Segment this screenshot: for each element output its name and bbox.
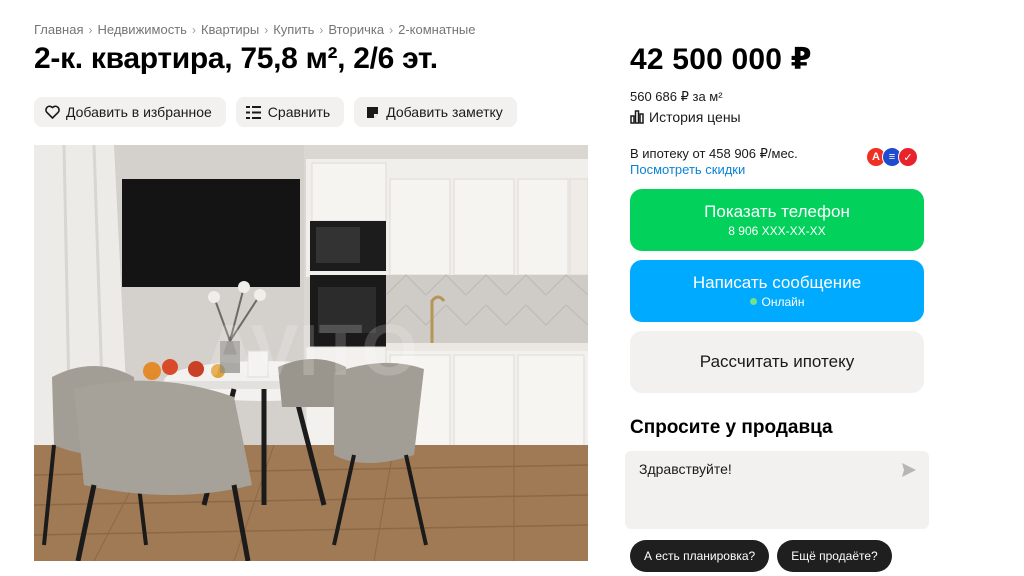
- add-to-favorites-button[interactable]: Добавить в избранное: [34, 97, 226, 127]
- breadcrumb-item-secondary[interactable]: Вторичка: [328, 22, 384, 37]
- view-discounts-link[interactable]: Посмотреть скидки: [630, 162, 745, 177]
- ask-seller-box: [625, 451, 929, 529]
- breadcrumb-separator: ›: [191, 22, 196, 37]
- note-icon: [364, 104, 380, 120]
- chart-bars-icon: [630, 110, 644, 124]
- bank-logos: А ≡ ✓: [866, 147, 918, 167]
- online-status-label: Онлайн: [761, 294, 805, 309]
- price-history-label: История цены: [649, 109, 741, 125]
- breadcrumb-item-realty[interactable]: Недвижимость: [97, 22, 186, 37]
- online-dot-icon: [749, 298, 757, 305]
- compare-icon: [246, 104, 262, 120]
- price: 42 500 000 ₽: [630, 43, 812, 76]
- breadcrumb-item-2-rooms[interactable]: 2-комнатные: [398, 22, 475, 37]
- mortgage-offer-text: В ипотеку от 458 906 ₽/мес.: [630, 146, 798, 161]
- ask-seller-title: Спросите у продавца: [630, 417, 833, 438]
- listing-photo[interactable]: AVITO: [34, 145, 588, 561]
- price-per-sqm: 560 686 ₽ за м²: [630, 89, 723, 104]
- ask-seller-input[interactable]: [639, 461, 879, 477]
- breadcrumb-item-apartments[interactable]: Квартиры: [201, 22, 259, 37]
- breadcrumb-separator: ›: [264, 22, 269, 37]
- masked-phone-number: 8 906 XXX-XX-XX: [728, 223, 826, 238]
- price-history-link[interactable]: История цены: [630, 109, 741, 125]
- photo-watermark: AVITO: [204, 311, 417, 391]
- write-message-label: Написать сообщение: [692, 272, 862, 292]
- breadcrumb-separator: ›: [389, 22, 394, 37]
- add-note-button[interactable]: Добавить заметку: [354, 97, 517, 127]
- calculate-mortgage-label: Рассчитать ипотеку: [699, 352, 855, 371]
- add-note-label: Добавить заметку: [386, 104, 503, 120]
- quick-question-chip[interactable]: А есть планировка?: [630, 540, 770, 572]
- compare-button[interactable]: Сравнить: [235, 97, 345, 127]
- show-phone-button[interactable]: Показать телефон 8 906 XXX-XX-XX: [630, 189, 924, 251]
- quick-questions: А есть планировка? Ещё продаёте?: [630, 540, 892, 572]
- bank-logo-icon: ✓: [898, 147, 918, 167]
- write-message-button[interactable]: Написать сообщение Онлайн: [630, 260, 924, 322]
- breadcrumb-item-buy[interactable]: Купить: [273, 22, 314, 37]
- breadcrumb: Главная › Недвижимость › Квартиры › Купи…: [34, 22, 475, 37]
- online-status: Онлайн: [749, 294, 805, 310]
- add-to-favorites-label: Добавить в избранное: [66, 104, 212, 120]
- listing-actions: Добавить в избранное Сравнить Добавить з…: [34, 97, 517, 127]
- show-phone-label: Показать телефон: [704, 201, 850, 221]
- quick-question-chip[interactable]: Ещё продаёте?: [777, 540, 892, 572]
- page-title: 2-к. квартира, 75,8 м², 2/6 эт.: [34, 42, 438, 75]
- send-icon[interactable]: [901, 462, 917, 478]
- breadcrumb-separator: ›: [88, 22, 93, 37]
- breadcrumb-separator: ›: [319, 22, 324, 37]
- heart-icon: [44, 104, 60, 120]
- breadcrumb-item-home[interactable]: Главная: [34, 22, 83, 37]
- calculate-mortgage-button[interactable]: Рассчитать ипотеку: [630, 331, 924, 393]
- compare-label: Сравнить: [267, 104, 331, 120]
